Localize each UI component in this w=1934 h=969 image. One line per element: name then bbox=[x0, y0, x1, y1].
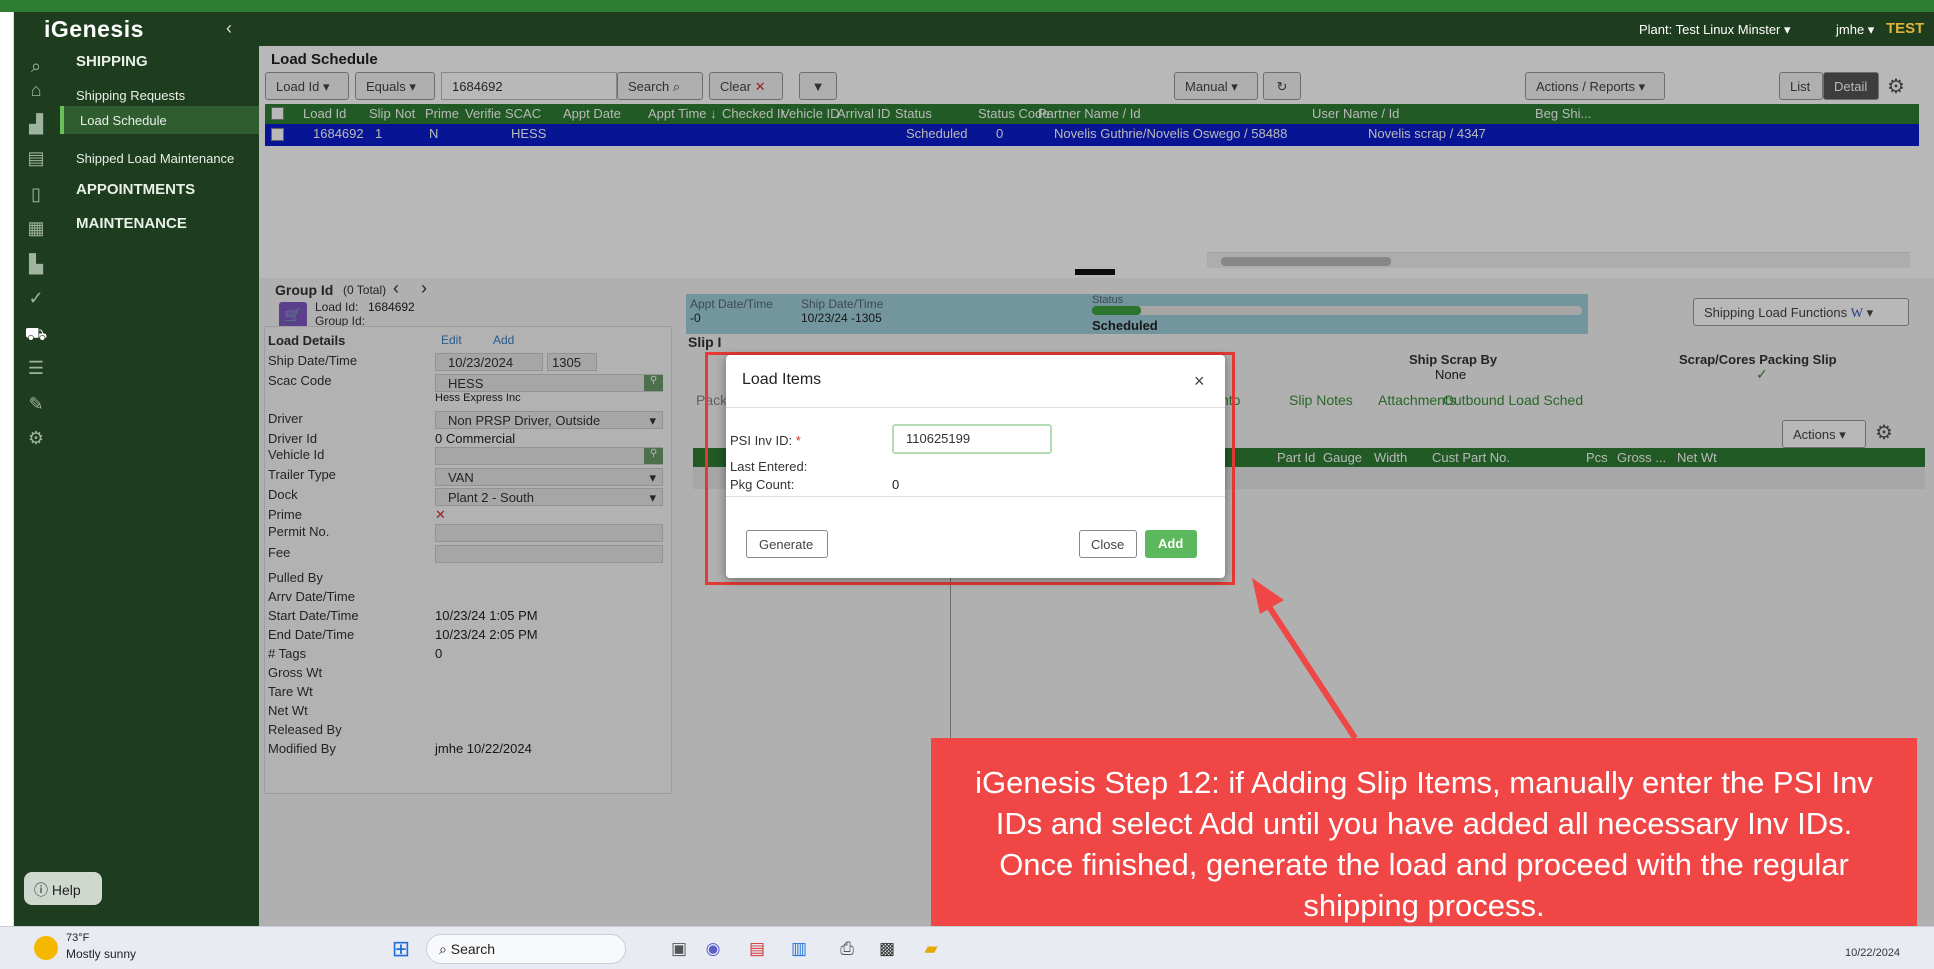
notepad-icon[interactable]: ▥ bbox=[786, 937, 812, 961]
app-window: iGenesis ‹ Plant: Test Linux Minster ▾ j… bbox=[0, 0, 1934, 969]
pdf-icon[interactable]: ▤ bbox=[744, 937, 770, 961]
taskbar: 73°F Mostly sunny ⊞ ⌕ Search ▣ ◉ ▤ ▥ ⎙ ▩… bbox=[0, 926, 1934, 969]
search-icon: ⌕ bbox=[439, 941, 447, 957]
windows-start-icon[interactable]: ⊞ bbox=[388, 937, 414, 961]
vnc-icon[interactable]: ▩ bbox=[874, 937, 900, 961]
taskbar-date: 10/22/2024 bbox=[1845, 947, 1901, 959]
weather-desc: Mostly sunny bbox=[66, 947, 137, 961]
taskbar-search-label: Search bbox=[450, 941, 496, 957]
chat-icon[interactable]: ◉ bbox=[700, 937, 726, 961]
instruction-callout: iGenesis Step 12: if Adding Slip Items, … bbox=[931, 738, 1917, 950]
task-view-icon[interactable]: ▣ bbox=[666, 937, 692, 961]
taskbar-search[interactable]: ⌕ Search bbox=[426, 934, 626, 964]
weather-icon bbox=[34, 936, 58, 960]
printer-icon[interactable]: ⎙ bbox=[834, 937, 860, 961]
weather-temp: 73°F bbox=[66, 932, 90, 944]
folder-icon[interactable]: ▰ bbox=[918, 937, 944, 961]
